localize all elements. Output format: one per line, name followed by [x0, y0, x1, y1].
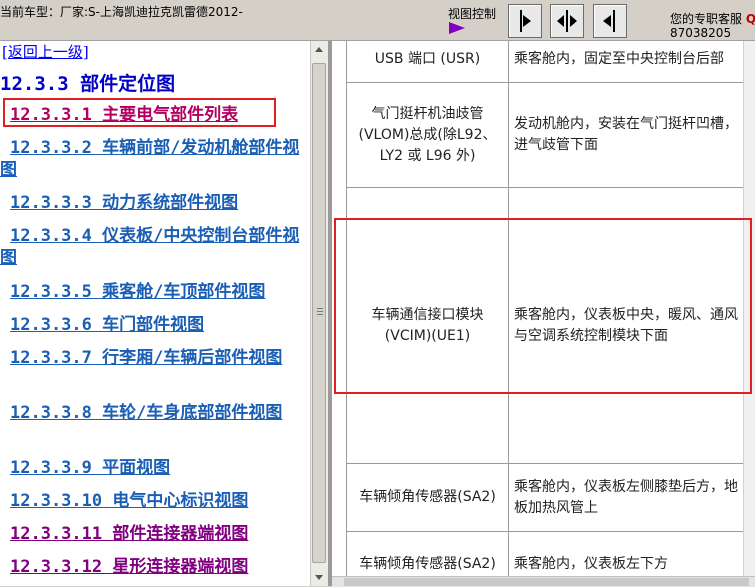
expand-right-icon [520, 10, 531, 32]
nav-item-connector-end-view[interactable]: 12.3.3.11 部件连接器端视图 [0, 523, 310, 545]
table-row: USB 端口 (USR) 乘客舱内，固定至中央控制台后部 [345, 41, 755, 83]
collapse-left-icon [603, 10, 615, 32]
play-arrow-icon [449, 22, 465, 34]
nav-item-front-engine-view[interactable]: 12.3.3.2 车辆前部/发动机舱部件视图 [0, 137, 310, 181]
highlight-box [3, 98, 276, 127]
component-cell: 气门挺杆机油歧管(VLOM)总成(除L92、LY2 或 L96 外) [345, 82, 510, 188]
content-horizontal-scrollbar[interactable] [332, 576, 755, 587]
current-vehicle-label: 当前车型：厂家:S-上海凯迪拉克凯雷德2012- [0, 5, 243, 19]
component-cell: USB 端口 (USR) [345, 41, 510, 83]
location-cell: 乘客舱内，固定至中央控制台后部 [508, 41, 755, 83]
table-row: 车辆倾角传感器(SA2) 乘客舱内，仪表板左侧膝垫后方，地板加热风管上 [345, 463, 755, 532]
nav-item-dash-console-view[interactable]: 12.3.3.4 仪表板/中央控制台部件视图 [0, 225, 310, 269]
nav-scroll-thumb[interactable] [312, 63, 326, 563]
nav-item-trunk-rear-view[interactable]: 12.3.3.7 行李厢/车辆后部件视图 [0, 347, 310, 369]
horizontal-scroll-thumb[interactable] [344, 578, 749, 586]
scroll-down-icon[interactable] [315, 575, 323, 580]
nav-item-electrical-center-view[interactable]: 12.3.3.10 电气中心标识视图 [0, 490, 310, 512]
nav-item-powertrain-view[interactable]: 12.3.3.3 动力系统部件视图 [0, 192, 310, 214]
back-link[interactable]: [返回上一级] [2, 41, 89, 62]
nav-item-cabin-roof-view[interactable]: 12.3.3.5 乘客舱/车顶部件视图 [0, 281, 310, 303]
nav-item-star-connector-view[interactable]: 12.3.3.12 星形连接器端视图 [0, 556, 310, 578]
top-toolbar: 当前车型：厂家:S-上海凯迪拉克凯雷德2012- 视图控制 您的专职客服 QQ:… [0, 0, 755, 41]
nav-item-wheel-underbody-view[interactable]: 12.3.3.8 车轮/车身底部部件视图 [0, 402, 310, 424]
service-number: 87038205 [670, 26, 732, 40]
split-view-button[interactable] [550, 4, 584, 38]
section-title: 12.3.3 部件定位图 [0, 73, 176, 95]
scroll-up-icon[interactable] [315, 47, 323, 52]
nav-item-door-view[interactable]: 12.3.3.6 车门部件视图 [0, 314, 310, 336]
location-cell: 发动机舱内，安装在气门挺杆凹槽，进气歧管下面 [508, 82, 755, 188]
highlight-box [334, 218, 752, 394]
split-view-icon [557, 10, 577, 32]
collapse-left-button[interactable] [593, 4, 627, 38]
nav-item-plan-view[interactable]: 12.3.3.9 平面视图 [0, 457, 310, 479]
nav-scrollbar[interactable] [310, 41, 328, 586]
view-control-label: 视图控制 [448, 7, 497, 21]
service-label: 您的专职客服 QQ:1 [670, 10, 755, 27]
service-qq[interactable]: QQ:1 [746, 12, 755, 26]
nav-tree-pane: [返回上一级] 12.3.3 部件定位图 12.3.3.1 主要电气部件列表 1… [0, 41, 310, 586]
location-cell: 乘客舱内，仪表板左侧膝垫后方，地板加热风管上 [508, 463, 755, 532]
table-row: 气门挺杆机油歧管(VLOM)总成(除L92、LY2 或 L96 外) 发动机舱内… [345, 82, 755, 188]
component-cell: 车辆倾角传感器(SA2) [345, 463, 510, 532]
expand-right-button[interactable] [508, 4, 542, 38]
